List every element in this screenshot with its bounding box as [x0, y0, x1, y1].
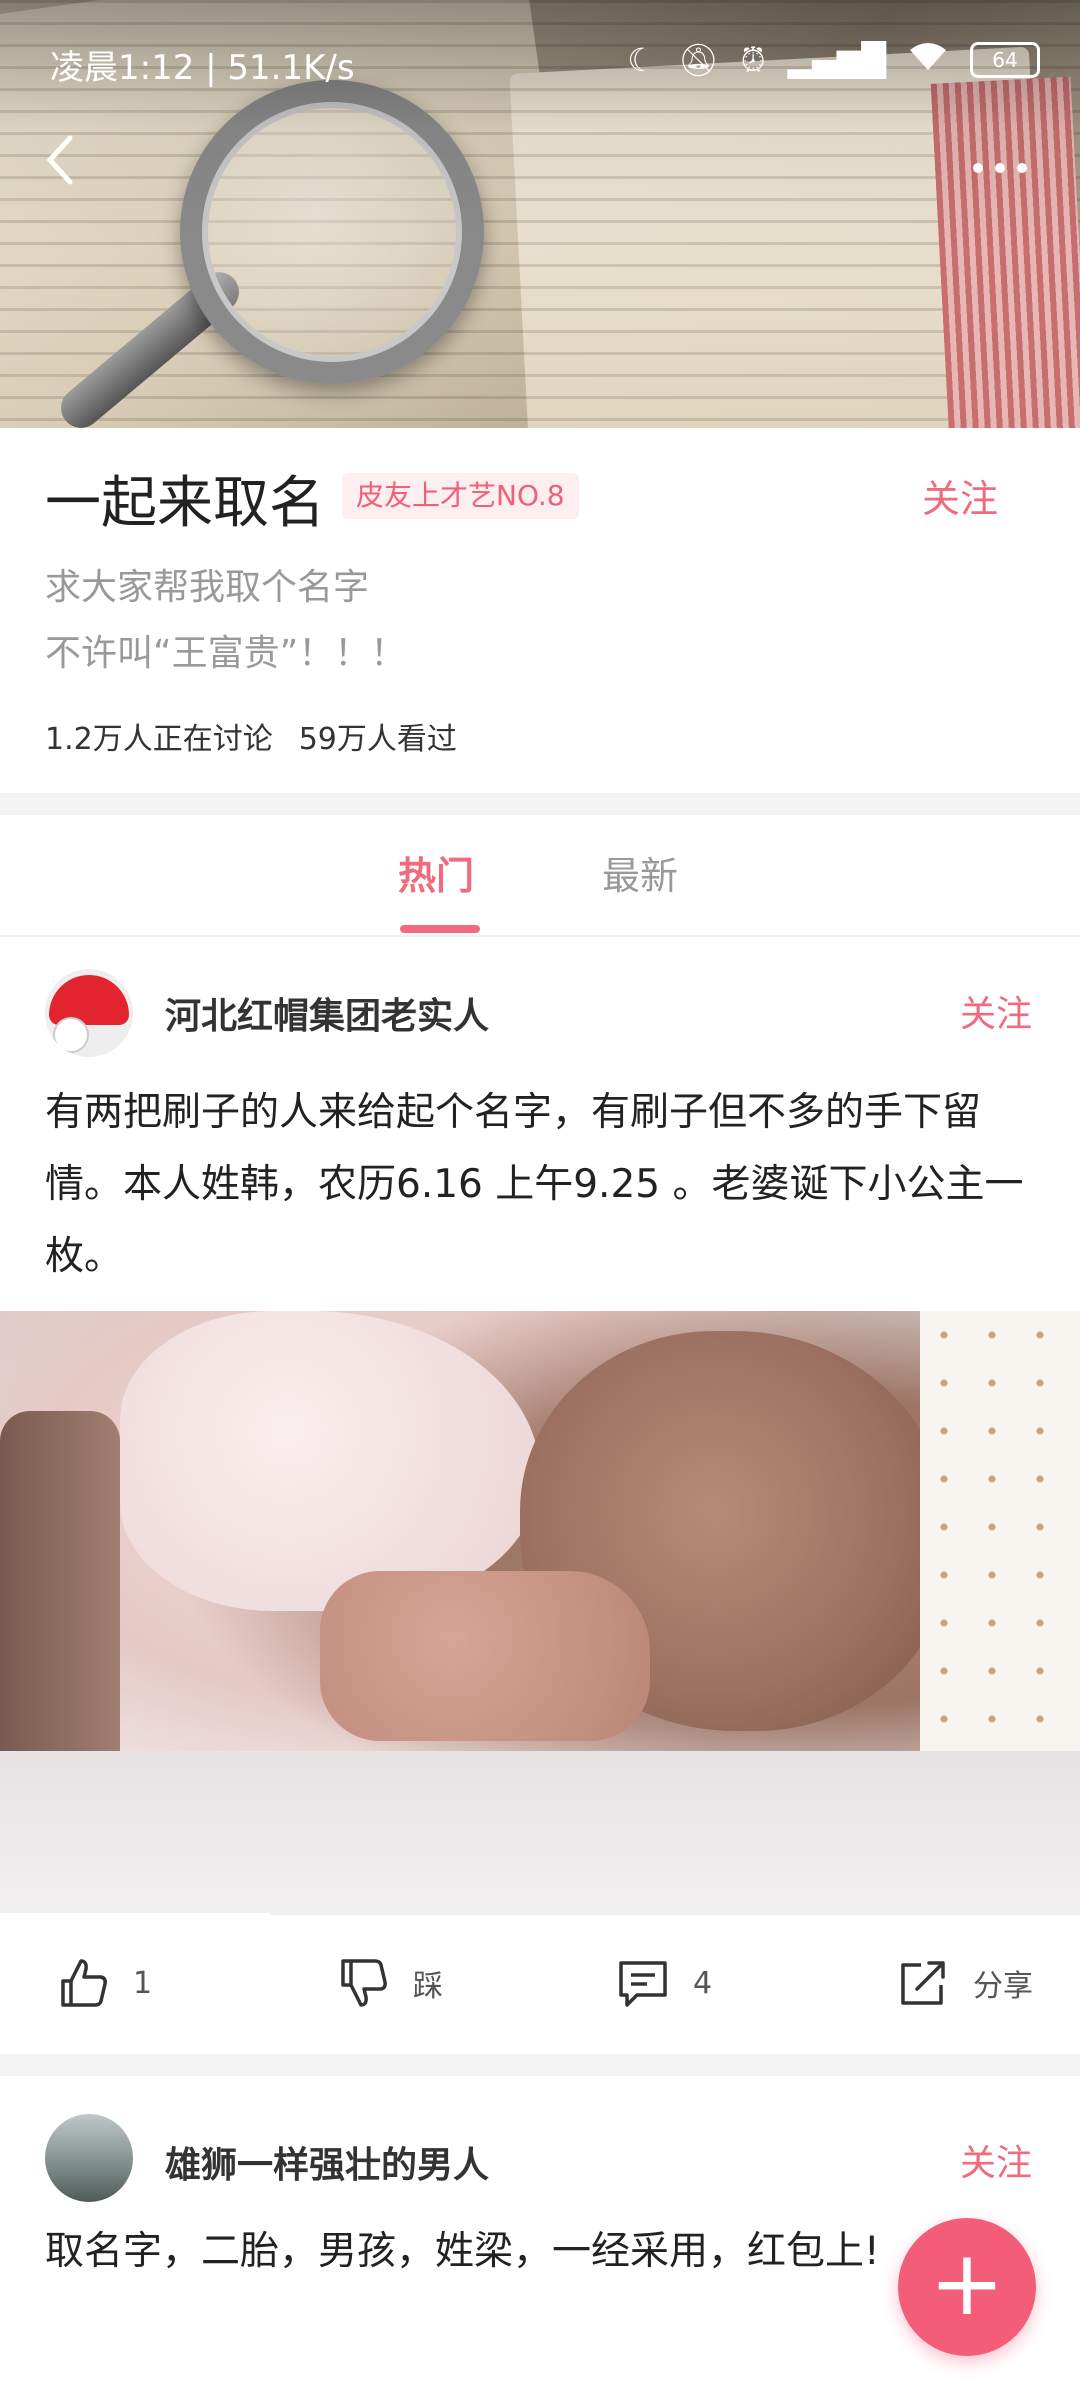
share-icon	[901, 1961, 945, 2005]
comment-icon	[619, 1961, 667, 2007]
post-actions: 1 踩 4 分享	[0, 1937, 1080, 2027]
tab-hot[interactable]: 热门	[398, 845, 474, 900]
section-divider	[0, 793, 1080, 815]
share-button[interactable]: 分享	[895, 1955, 1033, 2011]
post-author-name[interactable]: 河北红帽集团老实人	[165, 987, 489, 1039]
status-bar: 凌晨1:12 | 51.1K/s ☾ 🔕︎ ⏰︎ ▂▄▆█ 64	[0, 0, 1080, 120]
status-time: 凌晨1:12 | 51.1K/s	[50, 48, 355, 88]
alarm-icon: ⏰︎	[740, 40, 766, 79]
mute-bell-icon: 🔕︎	[677, 41, 719, 79]
like-count: 1	[133, 1965, 153, 2001]
avatar[interactable]	[45, 969, 133, 1057]
back-button[interactable]	[40, 130, 100, 200]
thumbs-down-icon	[341, 1959, 387, 2007]
wifi-icon	[908, 40, 948, 80]
topic-stats: 1.2万人正在讨论 59万人看过	[45, 714, 457, 758]
baby-hand	[320, 1571, 650, 1741]
topic-description-line2: 不许叫“王富贵”！！！	[45, 633, 407, 674]
comment-count: 4	[693, 1965, 713, 2001]
dislike-button[interactable]: 踩	[335, 1955, 443, 2011]
tab-new[interactable]: 最新	[602, 845, 678, 900]
post-card[interactable]: 河北红帽集团老实人 关注 有两把刷子的人来给起个名字，有刷子但不多的手下留情。本…	[0, 937, 1080, 2054]
feed-tabs: 热门 最新	[0, 815, 1080, 937]
hat-pompom	[53, 1017, 89, 1053]
red-hat-graphic	[49, 975, 129, 1025]
white-blanket	[0, 1751, 1080, 1915]
post-text[interactable]: 有两把刷子的人来给起个名字，有刷子但不多的手下留情。本人姓韩，农历6.16 上午…	[45, 1077, 1035, 1293]
topic-cover-image: 凌晨1:12 | 51.1K/s ☾ 🔕︎ ⏰︎ ▂▄▆█ 64	[0, 0, 1080, 428]
avatar[interactable]	[45, 2114, 133, 2202]
signal-icon: ▂▄▆█	[787, 41, 886, 79]
topic-description-line1: 求大家帮我取个名字	[45, 567, 370, 608]
image-progress-indicator	[0, 1913, 270, 1917]
topic-title: 一起来取名	[45, 471, 325, 536]
post-author-name[interactable]: 雄狮一样强壮的男人	[165, 2136, 489, 2188]
post-image[interactable]	[0, 1311, 1080, 1915]
more-dots-icon	[973, 163, 1027, 173]
topic-badge[interactable]: 皮友上才艺NO.8	[342, 473, 579, 519]
pink-sleeve	[120, 1311, 540, 1611]
more-button[interactable]	[960, 130, 1040, 200]
post-follow-button[interactable]: 关注	[960, 2134, 1032, 2186]
chevron-left-icon	[46, 135, 73, 185]
moon-icon: ☾	[627, 41, 656, 79]
battery-level: 64	[992, 48, 1018, 72]
topic-follow-button[interactable]: 关注	[922, 468, 998, 523]
topic-info: 一起来取名 皮友上才艺NO.8 关注 求大家帮我取个名字 不许叫“王富贵”！！！…	[0, 428, 1080, 793]
thumbs-up-icon	[61, 1959, 107, 2007]
section-divider	[0, 2054, 1080, 2076]
dotted-blanket	[920, 1311, 1080, 1751]
discussing-count: 1.2万人正在讨论	[45, 722, 273, 757]
active-tab-indicator	[400, 925, 480, 933]
create-post-button[interactable]: +	[898, 2218, 1036, 2356]
dislike-label: 踩	[413, 1969, 443, 2004]
comment-button[interactable]: 4	[615, 1955, 712, 2011]
viewed-count: 59万人看过	[298, 722, 457, 757]
battery-icon: 64	[970, 42, 1040, 78]
like-button[interactable]: 1	[55, 1955, 152, 2011]
status-icons: ☾ 🔕︎ ⏰︎ ▂▄▆█ 64	[627, 40, 1040, 80]
share-label: 分享	[973, 1969, 1033, 2004]
post-text[interactable]: 取名字，二胎，男孩，姓梁，一经采用，红包上!	[45, 2216, 1035, 2288]
post-follow-button[interactable]: 关注	[960, 985, 1032, 1037]
